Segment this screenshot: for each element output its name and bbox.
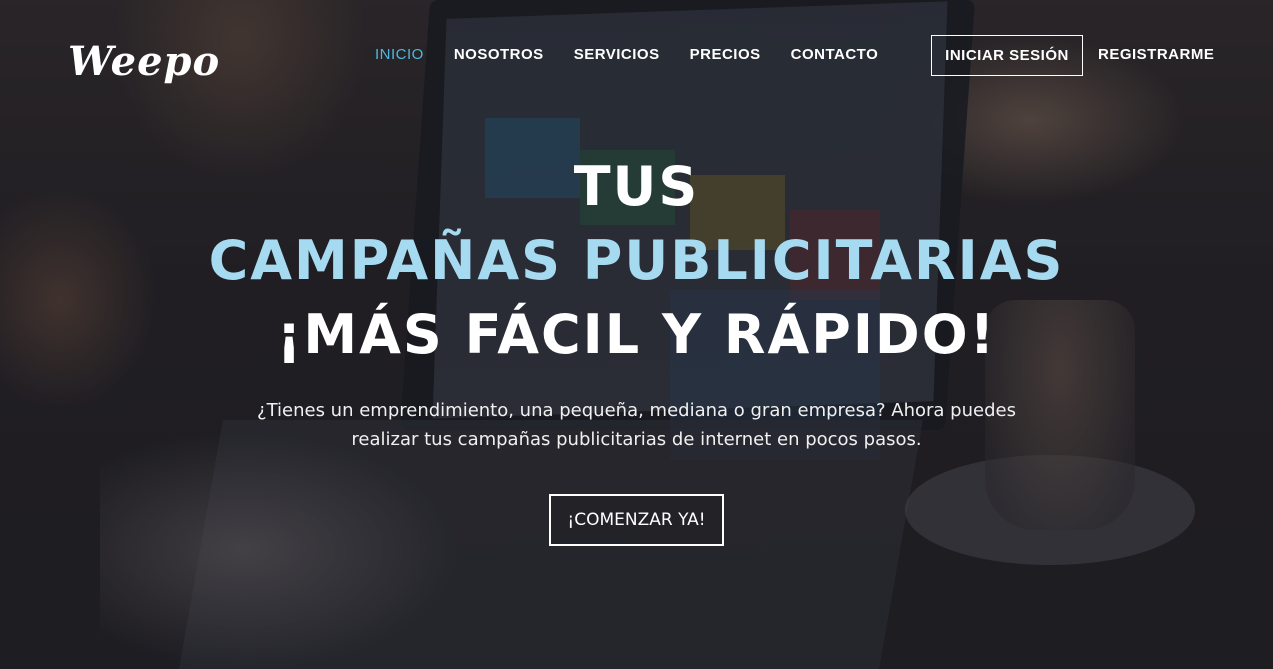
brand-logo[interactable]: Weepo [68, 38, 220, 85]
nav-item-inicio[interactable]: INICIO [375, 46, 424, 63]
hero-subtitle-line-1: ¿Tienes un emprendimiento, una pequeña, … [257, 400, 1016, 421]
nav-item-contacto[interactable]: CONTACTO [791, 46, 879, 63]
nav-item-nosotros[interactable]: NOSOTROS [454, 46, 544, 63]
register-link[interactable]: REGISTRARME [1098, 46, 1214, 63]
headline-line-2: CAMPAÑAS PUBLICITARIAS [208, 229, 1065, 292]
get-started-button[interactable]: ¡COMENZAR YA! [549, 494, 724, 546]
nav-item-servicios[interactable]: SERVICIOS [574, 46, 660, 63]
hero-subtitle-line-2: realizar tus campañas publicitarias de i… [351, 429, 922, 450]
login-button[interactable]: INICIAR SESIÓN [931, 35, 1083, 76]
nav-item-precios[interactable]: PRECIOS [690, 46, 761, 63]
hero-subtitle: ¿Tienes un emprendimiento, una pequeña, … [237, 396, 1037, 454]
headline-line-3: ¡MÁS FÁCIL Y RÁPIDO! [276, 303, 997, 366]
main-nav: INICIO NOSOTROS SERVICIOS PRECIOS CONTAC… [375, 46, 908, 63]
navbar: Weepo INICIO NOSOTROS SERVICIOS PRECIOS … [0, 0, 1273, 110]
hero-section: TUS CAMPAÑAS PUBLICITARIAS ¡MÁS FÁCIL Y … [0, 150, 1273, 546]
headline-line-1: TUS [573, 155, 700, 218]
